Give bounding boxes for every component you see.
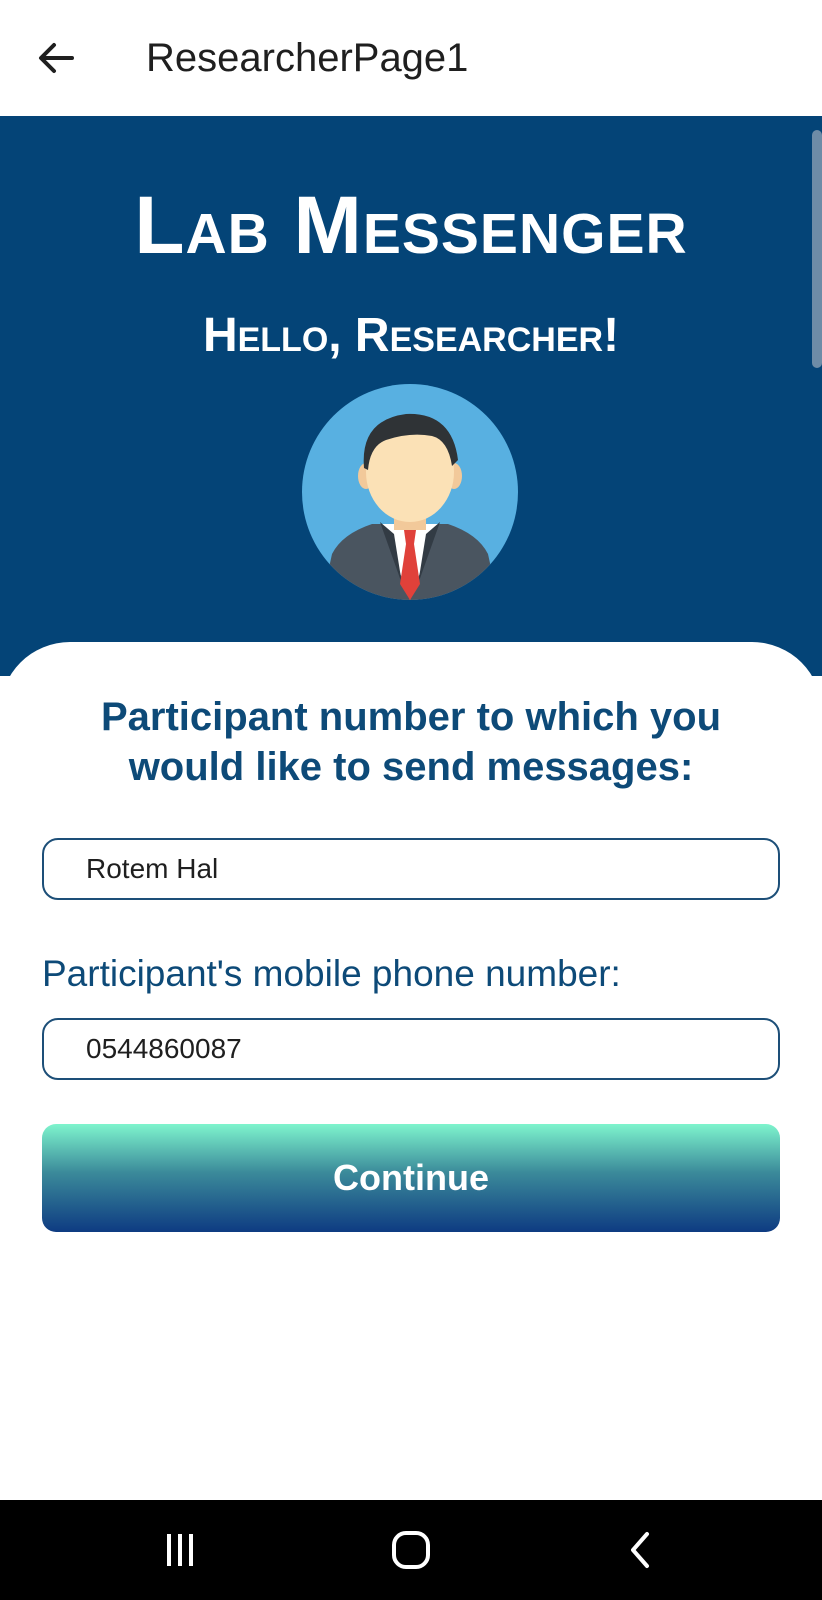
back-button[interactable] (28, 30, 84, 86)
recents-button[interactable] (140, 1520, 220, 1580)
system-nav-bar (0, 1500, 822, 1600)
continue-label: Continue (333, 1157, 489, 1198)
home-icon (392, 1531, 430, 1569)
greeting-text: Hello, Researcher! (202, 309, 620, 362)
phone-field[interactable]: 0544860087 (42, 1018, 780, 1080)
arrow-left-icon (39, 43, 74, 73)
system-back-button[interactable] (601, 1520, 681, 1580)
researcher-avatar-icon (302, 384, 518, 600)
recents-icon (167, 1534, 193, 1566)
participant-value: Rotem Hal (86, 853, 219, 884)
participant-field[interactable]: Rotem Hal (42, 838, 780, 900)
home-button[interactable] (371, 1520, 451, 1580)
continue-button[interactable]: Continue (42, 1124, 780, 1232)
phone-label: Participant's mobile phone number: (42, 953, 621, 994)
app-name: Lab Messenger (134, 180, 688, 271)
phone-value: 0544860087 (86, 1033, 242, 1064)
participant-prompt: Participant number to which you would li… (100, 695, 722, 789)
app-bar: ResearcherPage1 (0, 0, 822, 116)
page-title: ResearcherPage1 (146, 36, 469, 80)
chevron-left-icon (631, 1532, 649, 1568)
